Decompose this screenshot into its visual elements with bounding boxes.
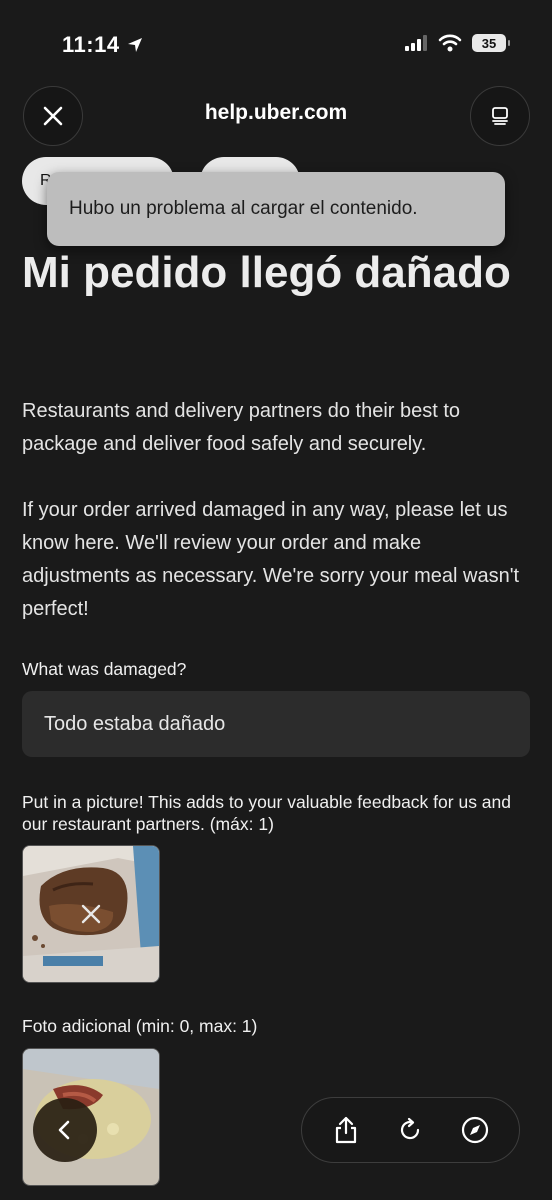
back-icon [58,1120,70,1140]
compass-button[interactable] [455,1110,495,1150]
damage-question-label: What was damaged? [22,659,187,679]
location-arrow-icon [128,38,143,52]
share-icon [336,1116,357,1144]
additional-photo-label: Foto adicional (min: 0, max: 1) [22,1016,258,1036]
instructions-paragraph: If your order arrived damaged in any way… [22,499,520,620]
damage-select-value: Todo estaba dañado [44,712,226,735]
signal-icon [405,35,427,51]
browser-toolbar [301,1097,520,1163]
status-icons: 35 [404,34,510,52]
remove-photo-icon[interactable] [81,904,101,924]
intro-paragraph: Restaurants and delivery partners do the… [22,400,461,455]
status-time: 11:14 [62,32,144,58]
back-button[interactable] [33,1098,97,1162]
page-title: Mi pedido llegó dañado [22,248,511,297]
reader-button[interactable] [470,86,530,146]
battery-icon: 35 [472,34,510,52]
picture-label: Put in a picture! This adds to your valu… [22,792,512,834]
compass-icon [461,1116,488,1144]
reload-button[interactable] [390,1110,430,1150]
reload-icon [401,1117,420,1140]
toast-message: Hubo un problema al cargar el contenido. [69,198,418,219]
reader-icon [492,107,508,125]
uploaded-photo[interactable] [22,845,160,983]
error-toast: Hubo un problema al cargar el contenido. [47,172,505,246]
wifi-icon [438,34,462,52]
damage-select[interactable]: Todo estaba dañado [22,691,530,757]
share-button[interactable] [326,1110,366,1150]
